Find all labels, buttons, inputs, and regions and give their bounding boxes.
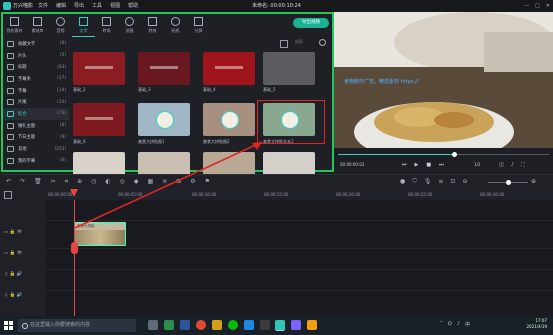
taskbar-clock[interactable]: 17:07 2021/4/19 [526,318,547,330]
input-method-icon[interactable]: 中 [465,321,470,328]
word-icon[interactable] [180,320,190,330]
windows-start-icon[interactable] [4,321,13,330]
annotation-arrow [74,141,263,229]
wechat-icon[interactable] [228,320,238,330]
task-view-icon[interactable] [148,320,158,330]
windows-taskbar: 在这里输入你要搜索的内容 ˄ ⌬ ♪ 中 17:07 2021/4/19 [0,316,553,335]
file-explorer-icon[interactable] [212,320,222,330]
search-icon [22,323,28,329]
clock-date: 2021/4/19 [526,324,547,329]
volume-tray-icon[interactable]: ♪ [457,321,460,328]
filmora-taskbar-icon[interactable] [275,320,285,331]
taskbar-search-input[interactable]: 在这里输入你要搜索的内容 [18,319,136,332]
browser-icon[interactable] [196,320,206,330]
network-icon[interactable]: ⌬ [448,321,452,328]
app-icon[interactable] [260,320,270,330]
edge-icon[interactable] [244,320,254,330]
app-icon[interactable] [307,320,317,330]
app-icon[interactable] [291,320,301,330]
excel-icon[interactable] [164,320,174,330]
tray-up-icon[interactable]: ˄ [440,321,443,328]
